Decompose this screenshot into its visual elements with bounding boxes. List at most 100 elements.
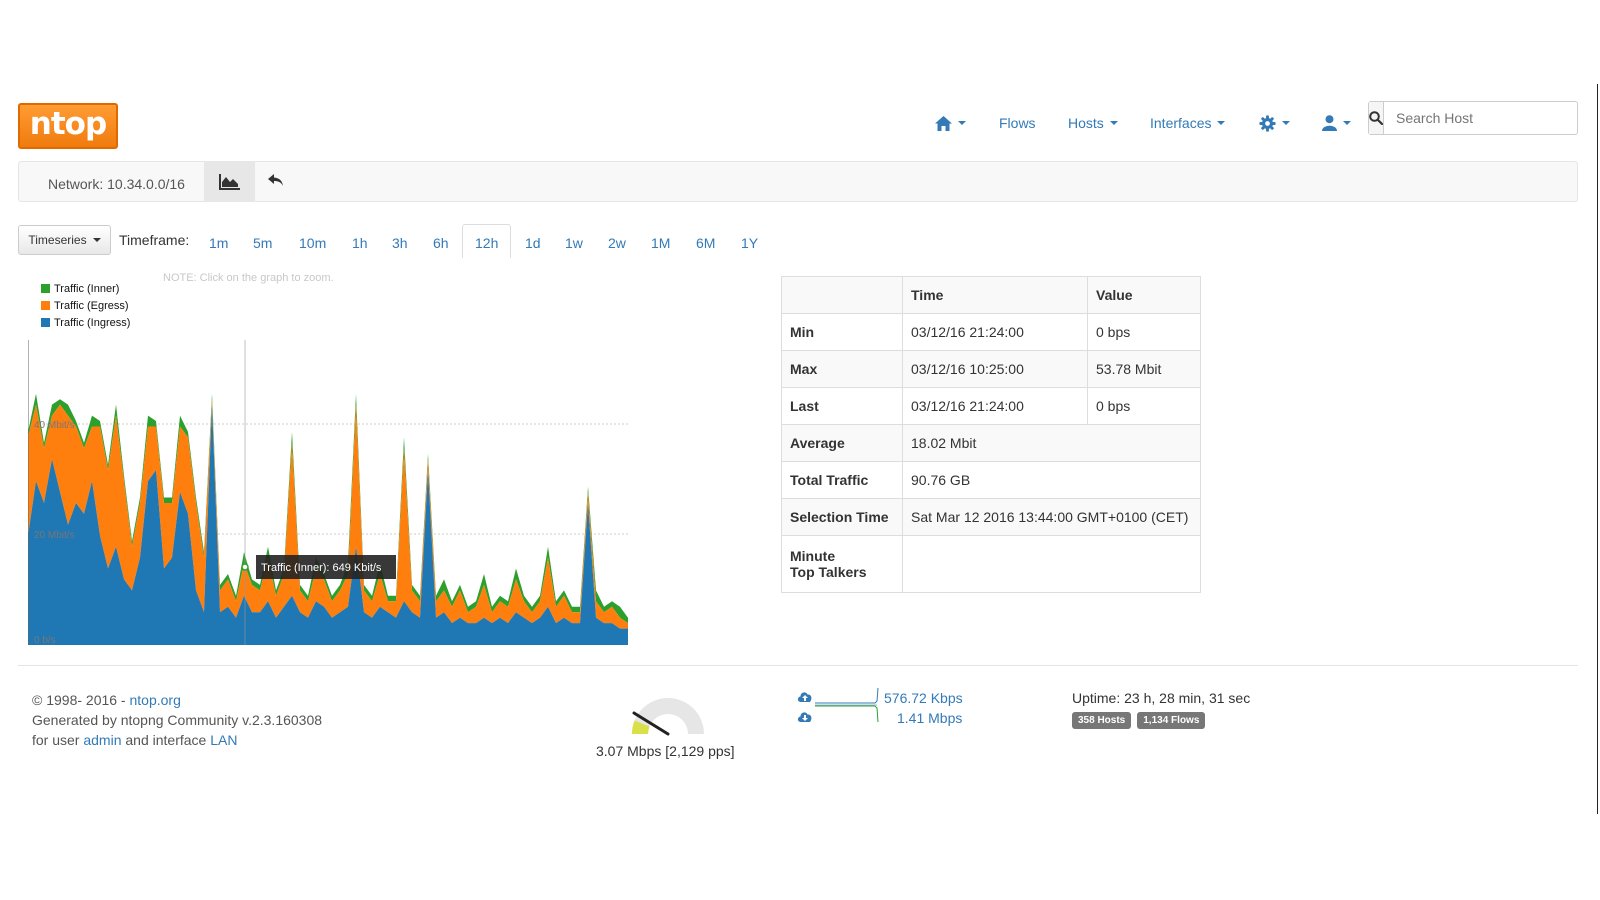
footer-divider — [18, 665, 1578, 666]
legend-swatch — [41, 318, 50, 327]
legend-item-inner[interactable]: Traffic (Inner) — [41, 281, 130, 298]
nav-interfaces-dropdown[interactable]: Interfaces — [1150, 112, 1226, 134]
selection-time-value: Sat Mar 12 2016 13:44:00 GMT+0100 (CET) — [902, 498, 1201, 536]
talkers-label-2: Top Talkers — [790, 564, 867, 580]
table-row: Average 18.02 Mbit — [781, 424, 1201, 462]
timeframe-6M[interactable]: 6M — [696, 235, 715, 251]
chart-legend: Traffic (Inner) Traffic (Egress) Traffic… — [41, 281, 130, 332]
chevron-down-icon — [1282, 121, 1290, 125]
timeframe-1h[interactable]: 1h — [352, 235, 368, 251]
timeframe-1d[interactable]: 1d — [525, 235, 541, 251]
legend-item-egress[interactable]: Traffic (Egress) — [41, 298, 130, 315]
row-label: Total Traffic — [781, 461, 903, 499]
timeseries-dropdown[interactable]: Timeseries — [18, 225, 111, 255]
upload-rate[interactable]: 576.72 Kbps — [884, 690, 963, 706]
download-rate[interactable]: 1.41 Mbps — [897, 710, 962, 726]
copyright-text: © 1998- 2016 - — [32, 692, 130, 708]
logo-text: ntop — [29, 106, 107, 142]
timeframe-1w[interactable]: 1w — [565, 235, 583, 251]
nav-hosts-dropdown[interactable]: Hosts — [1068, 112, 1118, 134]
last-value: 0 bps — [1087, 387, 1201, 425]
reply-icon — [268, 174, 283, 186]
header-time: Time — [902, 276, 1088, 314]
row-label: Average — [781, 424, 903, 462]
chevron-down-icon — [1109, 121, 1118, 125]
traffic-chart[interactable]: 40 Mbit/s 20 Mbit/s 0 b/s Traffic (Inner… — [28, 340, 628, 645]
network-label: Network: 10.34.0.0/16 — [48, 176, 185, 192]
nav-hosts-label: Hosts — [1068, 115, 1104, 131]
timeframe-1m[interactable]: 1m — [209, 235, 228, 251]
back-button[interactable] — [268, 174, 284, 190]
table-header-row: Time Value — [781, 276, 1201, 314]
network-chart-tab[interactable] — [204, 161, 255, 202]
timeframe-3h[interactable]: 3h — [392, 235, 408, 251]
nav-settings-dropdown[interactable] — [1259, 112, 1290, 134]
upload-sparkline — [815, 687, 879, 704]
timeframe-12h[interactable]: 12h — [475, 235, 498, 251]
nav-home-dropdown[interactable] — [935, 112, 966, 134]
user-icon — [1322, 115, 1337, 131]
timeframe-2w[interactable]: 2w — [608, 235, 626, 251]
nav-flows[interactable]: Flows — [999, 112, 1036, 134]
search-host-box — [1368, 101, 1579, 135]
y-tick-0: 0 b/s — [34, 635, 56, 645]
row-label: Minute Top Talkers — [781, 535, 903, 593]
legend-swatch — [41, 301, 50, 310]
timeframe-5m[interactable]: 5m — [253, 235, 272, 251]
talkers-label-1: Minute — [790, 548, 836, 564]
row-label: Selection Time — [781, 498, 903, 536]
table-row: Min 03/12/16 21:24:00 0 bps — [781, 313, 1201, 351]
flows-badge[interactable]: 1,134 Flows — [1137, 712, 1206, 729]
user-interface-line: for user admin and interface LAN — [32, 730, 322, 750]
footer-badges: 358 Hosts 1,134 Flows — [1072, 710, 1211, 729]
chart-areas — [28, 393, 628, 645]
for-user-text: for user — [32, 732, 84, 748]
footer-info: © 1998- 2016 - ntop.org Generated by nto… — [32, 690, 322, 750]
ntop-org-link[interactable]: ntop.org — [130, 692, 181, 708]
chart-tooltip: Traffic (Inner): 649 Kbit/s — [261, 562, 382, 574]
and-interface-text: and interface — [121, 732, 211, 748]
table-row: Total Traffic 90.76 GB — [781, 461, 1201, 499]
search-button[interactable] — [1369, 102, 1384, 134]
min-time: 03/12/16 21:24:00 — [902, 313, 1088, 351]
timeframe-6h[interactable]: 6h — [433, 235, 449, 251]
legend-label: Traffic (Inner) — [54, 283, 120, 295]
header-value: Value — [1087, 276, 1201, 314]
uptime-text: Uptime: 23 h, 28 min, 31 sec — [1072, 690, 1251, 706]
total-traffic-value: 90.76 GB — [902, 461, 1201, 499]
legend-label: Traffic (Ingress) — [54, 317, 131, 329]
legend-item-ingress[interactable]: Traffic (Ingress) — [41, 315, 130, 332]
stats-table: Time Value Min 03/12/16 21:24:00 0 bps M… — [781, 276, 1201, 593]
throughput-gauge — [631, 698, 704, 736]
interface-link[interactable]: LAN — [210, 732, 237, 748]
y-tick-40: 40 Mbit/s — [34, 420, 75, 431]
nav-interfaces-label: Interfaces — [1150, 115, 1212, 131]
search-icon — [1369, 111, 1383, 125]
search-host-input[interactable] — [1384, 102, 1579, 134]
timeframe-1M[interactable]: 1M — [651, 235, 670, 251]
hover-point — [241, 563, 249, 571]
zoom-note: NOTE: Click on the graph to zoom. — [163, 272, 334, 284]
table-row: Minute Top Talkers — [781, 535, 1201, 593]
hosts-badge[interactable]: 358 Hosts — [1072, 712, 1132, 729]
ntop-logo[interactable]: ntop — [18, 103, 118, 149]
legend-swatch — [41, 284, 50, 293]
gauge-text: 3.07 Mbps [2,129 pps] — [596, 743, 735, 759]
max-time: 03/12/16 10:25:00 — [902, 350, 1088, 388]
timeframe-label: Timeframe: — [119, 232, 190, 248]
timeframe-10m[interactable]: 10m — [299, 235, 326, 251]
timeframe-1Y[interactable]: 1Y — [741, 235, 758, 251]
cloud-upload-icon — [797, 692, 812, 702]
nav-flows-label: Flows — [999, 115, 1036, 131]
gear-icon — [1259, 114, 1276, 132]
copyright-line: © 1998- 2016 - ntop.org — [32, 690, 322, 710]
nav-user-dropdown[interactable] — [1322, 112, 1351, 134]
table-row: Max 03/12/16 10:25:00 53.78 Mbit — [781, 350, 1201, 388]
user-link[interactable]: admin — [83, 732, 121, 748]
traffic-sparklines — [815, 687, 879, 723]
legend-label: Traffic (Egress) — [54, 300, 129, 312]
home-icon — [935, 115, 952, 131]
row-label: Min — [781, 313, 903, 351]
row-label: Last — [781, 387, 903, 425]
table-cell — [781, 276, 903, 314]
